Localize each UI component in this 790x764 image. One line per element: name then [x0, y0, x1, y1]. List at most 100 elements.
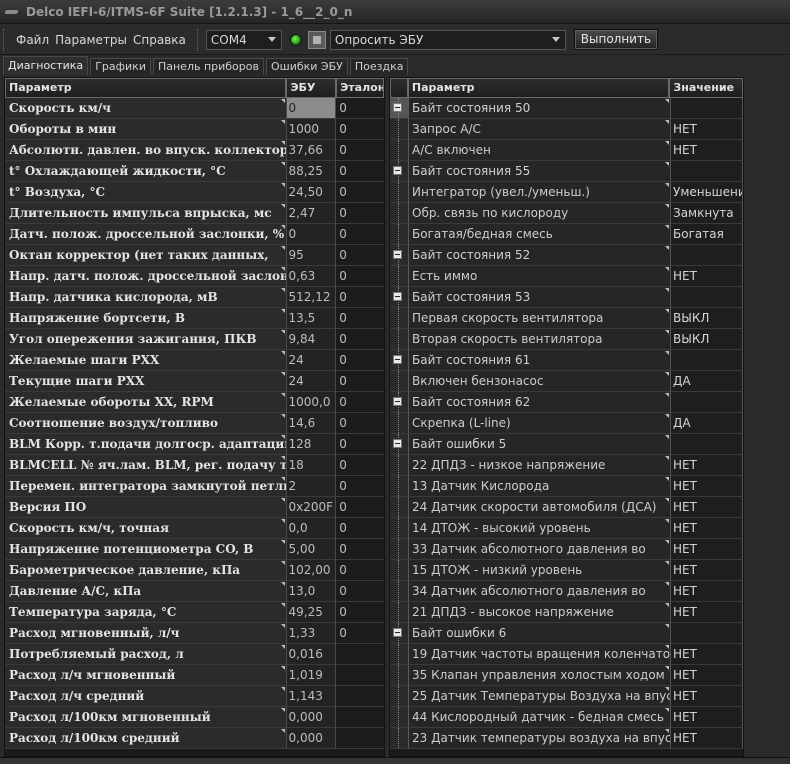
ecu-value-cell[interactable]: 5,00 — [286, 539, 337, 560]
tree-item-row[interactable]: 23 Датчик температуры воздуха на впуске Н… — [390, 728, 743, 749]
table-row[interactable]: Скорость км/ч, точная 0,0 0 — [5, 518, 384, 539]
table-row[interactable]: Давление А/С, кПа 13,0 0 — [5, 581, 384, 602]
tab-trip[interactable]: Поездка — [349, 58, 409, 75]
port-select[interactable]: COM4 — [205, 29, 282, 50]
ecu-value-cell[interactable]: 13,0 — [286, 581, 337, 602]
table-row[interactable]: Угол опережения зажигания, ПКВ 9,84 0 — [5, 329, 384, 350]
column-header-param[interactable]: Параметр — [5, 78, 287, 98]
tree-item-row[interactable]: Запрос А/С НЕТ — [390, 119, 743, 140]
ecu-value-cell[interactable]: 0,0 — [286, 518, 337, 539]
tree-item-row[interactable]: Обр. связь по кислороду Замкнута — [390, 203, 743, 224]
ref-value-cell[interactable]: 0 — [336, 518, 384, 539]
column-header-ecu[interactable]: ЭБУ — [286, 78, 337, 98]
ref-value-cell[interactable]: 0 — [336, 224, 384, 245]
collapse-icon[interactable] — [393, 292, 402, 301]
ecu-value-cell[interactable]: 0,63 — [286, 266, 337, 287]
tree-item-row[interactable]: 21 ДПДЗ - высокое напряжение НЕТ — [390, 602, 743, 623]
table-row[interactable]: BLMCELL № яч.лам. BLM, рег. подачу топли… — [5, 455, 384, 476]
tree-item-row[interactable]: Включен бензонасос ДА — [390, 371, 743, 392]
table-row[interactable]: Напр. датч. полож. дроссельной заслонки,… — [5, 266, 384, 287]
run-button[interactable]: Выполнить — [573, 29, 658, 50]
tree-item-row[interactable]: Богатая/бедная смесь Богатая — [390, 224, 743, 245]
ecu-value-cell[interactable]: 1,143 — [286, 686, 337, 707]
ecu-value-cell[interactable]: 0,016 — [286, 644, 337, 665]
tree-item-row[interactable]: 25 Датчик Температуры Воздуха на впуске Н… — [390, 686, 743, 707]
ecu-value-cell[interactable]: 37,66 — [286, 140, 337, 161]
ref-value-cell[interactable]: 0 — [336, 497, 384, 518]
table-row[interactable]: Напряжение бортсети, В 13,5 0 — [5, 308, 384, 329]
table-row[interactable]: Расход л/ч средний 1,143 — [5, 686, 384, 707]
collapse-icon[interactable] — [393, 166, 402, 175]
chevron-down-icon[interactable] — [551, 36, 560, 42]
ref-value-cell[interactable]: 0 — [336, 455, 384, 476]
ref-value-cell[interactable]: 0 — [336, 434, 384, 455]
tab-diagnostics[interactable]: Диагностика — [3, 56, 89, 75]
table-row[interactable]: Расход л/ч мгновенный 1,019 — [5, 665, 384, 686]
ecu-value-cell[interactable]: 88,25 — [286, 161, 337, 182]
collapse-icon[interactable] — [393, 103, 402, 112]
ref-value-cell[interactable]: 0 — [336, 140, 384, 161]
ref-value-cell[interactable]: 0 — [336, 350, 384, 371]
table-row[interactable]: Желаемые шаги РХХ 24 0 — [5, 350, 384, 371]
tab-dashboard[interactable]: Панель приборов — [152, 58, 264, 75]
ecu-value-cell[interactable]: 2 — [286, 476, 337, 497]
ref-value-cell[interactable]: 0 — [336, 329, 384, 350]
tree-item-row[interactable]: Скрепка (L-line) ДА — [390, 413, 743, 434]
tree-group-row[interactable]: Байт ошибки 6 — [390, 623, 743, 644]
table-row[interactable]: Напряжение потенциометра CO, В 5,00 0 — [5, 539, 384, 560]
tree-group-row[interactable]: Байт состояния 53 — [390, 287, 743, 308]
ecu-value-cell[interactable]: 0,000 — [286, 707, 337, 728]
tree-item-row[interactable]: Вторая скорость вентилятора ВЫКЛ — [390, 329, 743, 350]
ref-value-cell[interactable]: 0 — [336, 287, 384, 308]
table-row[interactable]: Желаемые обороты ХХ, RPM 1000,0 0 — [5, 392, 384, 413]
collapse-icon[interactable] — [393, 628, 402, 637]
collapse-icon[interactable] — [393, 355, 402, 364]
tree-item-row[interactable]: 14 ДТОЖ - высокий уровень НЕТ — [390, 518, 743, 539]
table-row[interactable]: Напр. датчика кислорода, мВ 512,12 0 — [5, 287, 384, 308]
collapse-icon[interactable] — [393, 397, 402, 406]
menu-help[interactable]: Справка — [130, 33, 189, 47]
ecu-value-cell[interactable]: 24,50 — [286, 182, 337, 203]
ecu-value-cell[interactable]: 24 — [286, 350, 337, 371]
table-row[interactable]: Длительность импульса впрыска, мс 2,47 0 — [5, 203, 384, 224]
table-row[interactable]: Датч. полож. дроссельной заслонки, % 0 0 — [5, 224, 384, 245]
tree-item-row[interactable]: А/С включен НЕТ — [390, 140, 743, 161]
table-row[interactable]: Перемен. интегратора замкнутой петли топ… — [5, 476, 384, 497]
tree-item-row[interactable]: 33 Датчик абсолютного давления во НЕТ — [390, 539, 743, 560]
tree-group-row[interactable]: Байт состояния 61 — [390, 350, 743, 371]
tree-item-row[interactable]: 44 Кислородный датчик - бедная смесь НЕТ — [390, 707, 743, 728]
table-row[interactable]: Версия ПО 0x200F 0 — [5, 497, 384, 518]
ecu-value-cell[interactable]: 95 — [286, 245, 337, 266]
table-row[interactable]: Соотношение воздух/топливо 14,6 0 — [5, 413, 384, 434]
ref-value-cell[interactable]: 0 — [336, 560, 384, 581]
menu-params[interactable]: Параметры — [52, 33, 130, 47]
table-row[interactable]: Потребляемый расход, л 0,016 — [5, 644, 384, 665]
menu-file[interactable]: Файл — [13, 33, 52, 47]
ecu-value-cell[interactable]: 0 — [286, 224, 337, 245]
table-row[interactable]: Расход мгновенный, л/ч 1,33 0 — [5, 623, 384, 644]
tree-item-row[interactable]: Интегратор (увел./уменьш.) Уменьшени — [390, 182, 743, 203]
ecu-value-cell[interactable]: 512,12 — [286, 287, 337, 308]
ref-value-cell[interactable]: 0 — [336, 119, 384, 140]
ref-value-cell[interactable]: 0 — [336, 539, 384, 560]
ref-value-cell[interactable]: 0 — [336, 182, 384, 203]
table-row[interactable]: Скорость км/ч 0 0 — [5, 98, 384, 119]
table-row[interactable]: Барометрическое давление, кПа 102,00 0 — [5, 560, 384, 581]
ecu-value-cell[interactable]: 102,00 — [286, 560, 337, 581]
tree-item-row[interactable]: Есть иммо НЕТ — [390, 266, 743, 287]
column-header-param[interactable]: Параметр — [407, 78, 670, 98]
action-select[interactable]: Опросить ЭБУ — [329, 29, 566, 50]
table-row[interactable]: Расход л/100км средний 0,000 — [5, 728, 384, 749]
tree-group-row[interactable]: Байт ошибки 5 — [390, 434, 743, 455]
collapse-icon[interactable] — [393, 439, 402, 448]
ecu-value-cell[interactable]: 0,000 — [286, 728, 337, 749]
collapse-icon[interactable] — [393, 250, 402, 259]
ecu-value-cell[interactable]: 1,33 — [286, 623, 337, 644]
ecu-value-cell[interactable]: 14,6 — [286, 413, 337, 434]
ecu-value-cell[interactable]: 1,019 — [286, 665, 337, 686]
table-row[interactable]: BLM Корр. т.подачи долгоср. адаптации 128… — [5, 434, 384, 455]
ecu-value-cell[interactable]: 24 — [286, 371, 337, 392]
ecu-value-cell[interactable]: 18 — [286, 455, 337, 476]
tree-item-row[interactable]: Первая скорость вентилятора ВЫКЛ — [390, 308, 743, 329]
ecu-value-cell[interactable]: 0 — [286, 98, 337, 119]
